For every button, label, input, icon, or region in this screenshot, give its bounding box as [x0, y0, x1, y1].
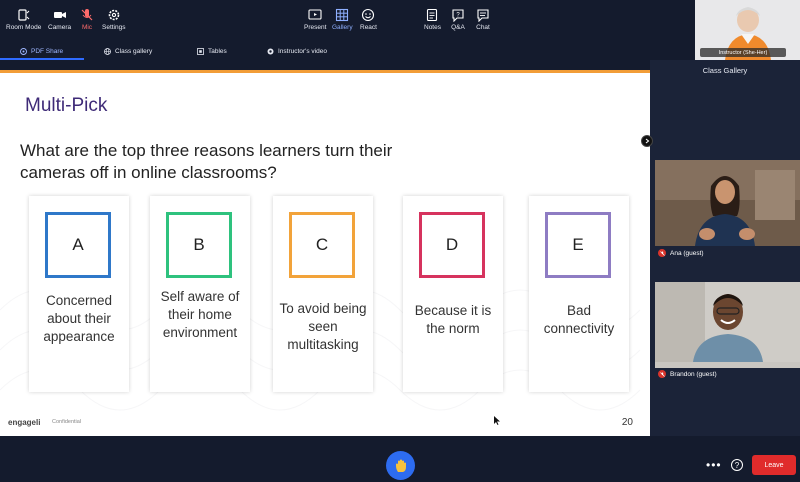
- pdf-share-icon: [20, 48, 27, 55]
- mic-label: Mic: [81, 24, 93, 31]
- participant-video-brandon[interactable]: [655, 282, 800, 368]
- option-card-e: E Bad connectivity: [529, 196, 629, 392]
- present-icon: [308, 8, 322, 22]
- engageli-logo: engageli: [8, 418, 41, 427]
- content-tabs: PDF Share Class gallery Tables Instructo…: [0, 43, 650, 60]
- present-button[interactable]: Present: [304, 8, 326, 31]
- globe-icon: [104, 48, 111, 55]
- camera-button[interactable]: Camera: [48, 8, 71, 31]
- participant-video-ana[interactable]: [655, 160, 800, 246]
- notes-button[interactable]: Notes: [424, 8, 441, 31]
- chat-button[interactable]: Chat: [476, 8, 490, 31]
- app-window: Instructor (She-Her) PDF Share Class gal…: [0, 0, 800, 482]
- participant-name-ana: Ana (guest): [655, 246, 800, 260]
- slide-question: What are the top three reasons learners …: [20, 141, 393, 182]
- mic-off-icon: [80, 8, 94, 22]
- room-mode-label: Room Mode: [6, 24, 42, 31]
- more-options-icon[interactable]: •••: [706, 458, 722, 472]
- tab-pdf-share[interactable]: PDF Share: [0, 43, 84, 60]
- camera-label: Camera: [48, 24, 72, 31]
- tab-label: Instructor's video: [278, 48, 327, 55]
- slide-title: Multi-Pick: [25, 95, 108, 116]
- chat-icon: [476, 8, 490, 22]
- option-letter-box: E: [545, 212, 611, 278]
- hand-icon: [395, 459, 406, 472]
- option-text: Concerned about their appearance: [43, 293, 115, 344]
- react-label: React: [360, 24, 377, 31]
- gallery-button[interactable]: Gallery: [332, 8, 353, 31]
- tab-class-gallery[interactable]: Class gallery: [84, 43, 177, 60]
- option-letter-box: B: [166, 212, 232, 278]
- gear-icon: [107, 8, 121, 22]
- settings-button[interactable]: Settings: [102, 8, 126, 31]
- participant-name: Ana (guest): [670, 249, 704, 257]
- option-letter-box: D: [419, 212, 485, 278]
- option-letter-box: A: [45, 212, 111, 278]
- mic-off-icon: [658, 370, 666, 378]
- mic-off-icon: [658, 249, 666, 257]
- notes-icon: [425, 8, 439, 22]
- tab-label: PDF Share: [31, 48, 64, 55]
- option-card-c: C To avoid being seen multitasking: [273, 196, 373, 392]
- slide-page-number: 20: [621, 417, 633, 428]
- instructor-name-label: Instructor (She-Her): [700, 48, 786, 57]
- react-button[interactable]: React: [360, 8, 377, 31]
- tab-label: Tables: [208, 48, 227, 55]
- option-card-d: D Because it is the norm: [403, 196, 503, 392]
- tab-instructors-video[interactable]: Instructor's video: [247, 43, 367, 60]
- camera-icon: [53, 8, 67, 22]
- option-text: Self aware of their home environment: [160, 289, 240, 340]
- smiley-icon: [361, 8, 375, 22]
- mic-button[interactable]: Mic: [80, 8, 94, 31]
- raise-hand-button[interactable]: [386, 451, 415, 480]
- qa-button[interactable]: ? Q&A: [451, 8, 465, 31]
- participant-name-brandon: Brandon (guest): [655, 367, 800, 381]
- option-letter-box: C: [289, 212, 355, 278]
- mouse-cursor-icon: [494, 416, 500, 425]
- room-mode-button[interactable]: Room Mode: [6, 8, 41, 31]
- grid-icon: [335, 8, 349, 22]
- gallery-title: Class Gallery: [702, 66, 748, 75]
- chevron-right-icon: [645, 138, 650, 144]
- option-card-b: B Self aware of their home environment: [150, 196, 250, 392]
- collapse-gallery-button[interactable]: [641, 135, 653, 147]
- qa-label: Q&A: [451, 24, 465, 31]
- option-text: Because it is the norm: [414, 303, 492, 336]
- room-mode-icon: [17, 8, 31, 22]
- participant-name: Brandon (guest): [670, 370, 717, 378]
- video-icon: [267, 48, 274, 55]
- option-text: Bad connectivity: [543, 303, 615, 336]
- leave-button[interactable]: Leave: [752, 455, 796, 475]
- question-bubble-icon: ?: [451, 8, 465, 22]
- pdf-slide: Multi-Pick What are the top three reason…: [0, 70, 650, 436]
- settings-label: Settings: [102, 24, 126, 31]
- tables-icon: [197, 48, 204, 55]
- confidential-label: Confidential: [52, 419, 82, 425]
- tab-label: Class gallery: [115, 48, 153, 55]
- notes-label: Notes: [424, 24, 441, 31]
- option-card-a: A Concerned about their appearance: [29, 196, 129, 392]
- option-text: To avoid being seen multitasking: [279, 301, 367, 352]
- tab-tables[interactable]: Tables: [177, 43, 247, 60]
- gallery-label: Gallery: [332, 24, 353, 31]
- help-icon[interactable]: ?: [731, 459, 743, 471]
- chat-label: Chat: [476, 24, 490, 31]
- present-label: Present: [304, 24, 327, 31]
